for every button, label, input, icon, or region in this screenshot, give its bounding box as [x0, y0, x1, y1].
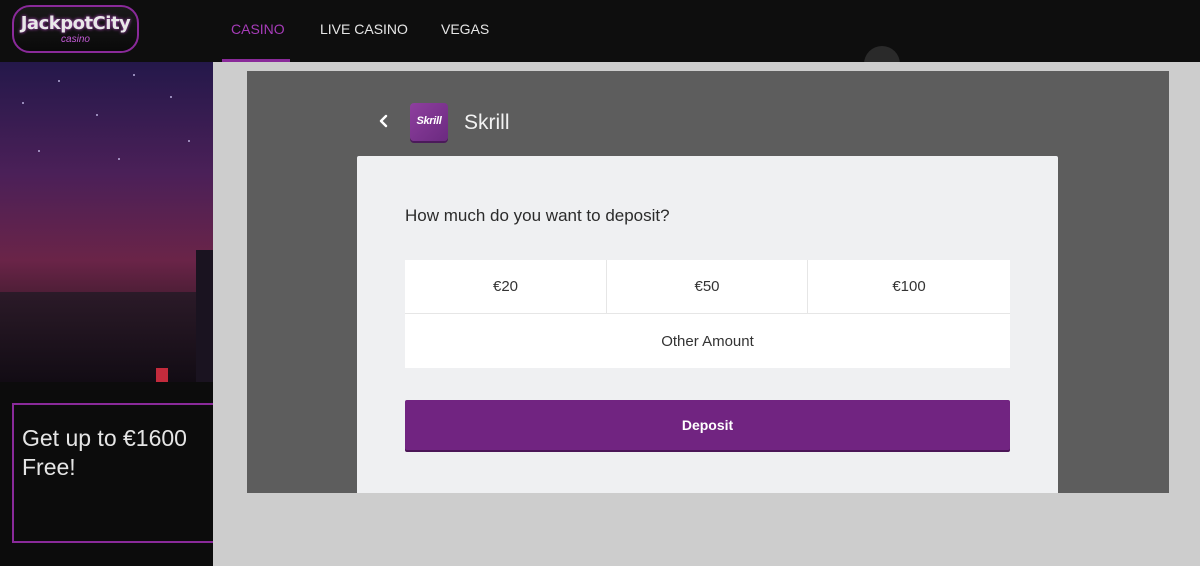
red-sign — [156, 368, 168, 382]
jackpotcity-logo[interactable]: JackpotCity casino — [12, 5, 139, 53]
hero-background — [0, 62, 213, 382]
logo-sub-text: casino — [61, 34, 90, 45]
back-button[interactable] — [374, 109, 394, 133]
deposit-card: How much do you want to deposit? €20 €50… — [357, 156, 1058, 493]
top-navigation: JackpotCity casino CASINO LIVE CASINO VE… — [0, 0, 1200, 62]
promo-text: Get up to €1600 Free! — [22, 425, 187, 480]
nav-vegas[interactable]: VEGAS — [441, 21, 489, 37]
logo-main-text: JackpotCity — [20, 13, 131, 34]
skrill-logo-text: Skrill — [416, 115, 442, 127]
amount-option-20[interactable]: €20 — [405, 260, 607, 314]
building — [196, 250, 213, 382]
deposit-question: How much do you want to deposit? — [405, 206, 670, 225]
amount-options: €20 €50 €100 Other Amount — [405, 260, 1010, 368]
payment-method-title: Skrill — [464, 111, 510, 134]
modal-overlay: Skrill Skrill How much do you want to de… — [213, 62, 1200, 566]
other-amount-option[interactable]: Other Amount — [405, 314, 1010, 368]
promo-banner: Get up to €1600 Free! — [0, 382, 215, 566]
nav-casino[interactable]: CASINO — [231, 21, 285, 37]
deposit-button[interactable]: Deposit — [405, 400, 1010, 450]
skyline — [0, 292, 213, 382]
amount-option-50[interactable]: €50 — [607, 260, 808, 314]
deposit-panel: Skrill Skrill How much do you want to de… — [247, 71, 1169, 493]
amount-option-100[interactable]: €100 — [808, 260, 1010, 314]
chevron-left-icon — [379, 114, 388, 128]
nav-live-casino[interactable]: LIVE CASINO — [320, 21, 408, 37]
skrill-logo: Skrill — [410, 103, 448, 141]
